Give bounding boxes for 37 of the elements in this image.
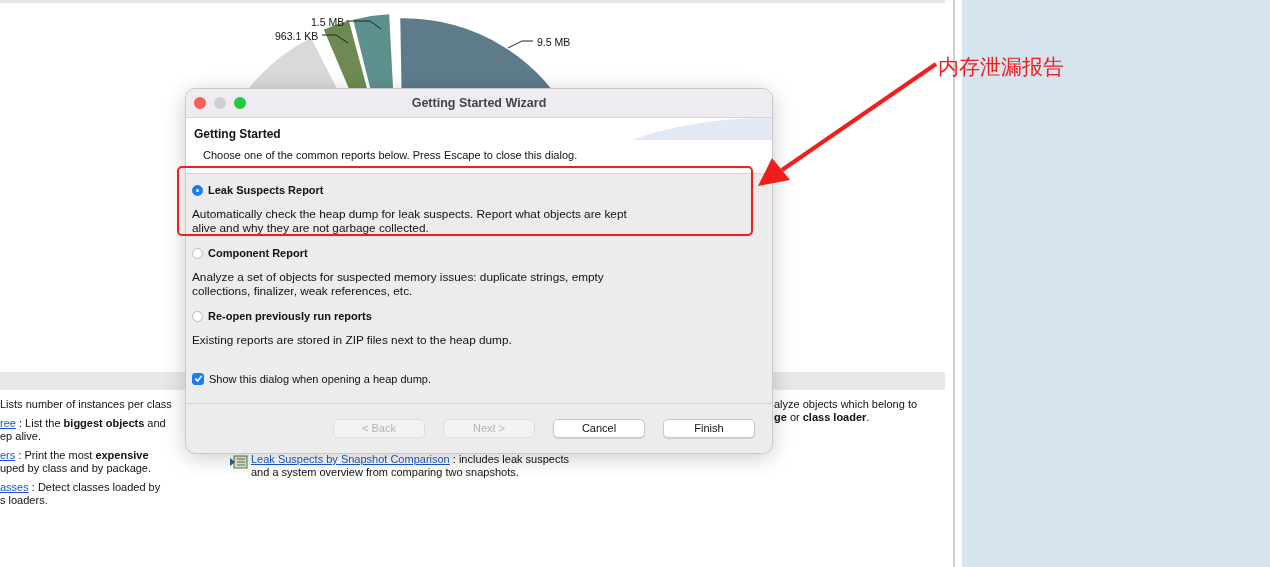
report-link[interactable]: asses: [0, 481, 29, 493]
dialog-heading: Getting Started: [194, 127, 281, 141]
radio-button[interactable]: [192, 310, 203, 322]
show-dialog-option[interactable]: Show this dialog when opening a heap dump.: [192, 372, 431, 385]
leader-line: [346, 20, 381, 30]
minimize-button[interactable]: [214, 97, 226, 109]
description-text: alyze objects which belong to ge or class loader.: [774, 398, 918, 424]
slice-label: 963.1 KB: [275, 30, 319, 42]
leader-line: [322, 34, 348, 44]
report-link[interactable]: ree: [0, 417, 16, 429]
window-title: Getting Started Wizard: [411, 96, 547, 110]
report-option[interactable]: Leak Suspects Report: [192, 184, 324, 196]
report-link[interactable]: Leak Suspects by Snapshot Comparison: [251, 453, 450, 465]
option-description: Existing reports are stored in ZIP files next to the heap dump.: [192, 332, 513, 347]
annotation-text: 内存泄漏报告: [938, 54, 1064, 81]
description-text: Lists number of instances per class: [0, 398, 172, 411]
slice-label: 1.5 MB: [311, 16, 345, 28]
slice-label: 9.5 MB: [537, 36, 571, 48]
leader-line: [508, 40, 533, 49]
description-text: ree : List the biggest objects and ep alive.: [0, 417, 166, 443]
option-description: Automatically check the heap dump for leak suspects. Report what objects are kept alive and why they are not garbage collected.: [192, 206, 628, 235]
radio-button[interactable]: [192, 247, 203, 259]
description-text: Leak Suspects by Snapshot Comparison : includes leak suspects and a system overview from comparing two snapshots.: [251, 453, 569, 479]
radio-button[interactable]: [192, 184, 203, 196]
report-option[interactable]: Re-open previously run reports: [192, 310, 372, 322]
description-text: asses : Detect classes loaded by s loaders.: [0, 481, 161, 507]
zoom-button[interactable]: [234, 97, 246, 109]
wizard-button[interactable]: Finish: [663, 418, 755, 438]
report-link[interactable]: ers: [0, 449, 16, 461]
option-description: Analyze a set of objects for suspected memory issues: duplicate strings, empty collections, finalizer, weak references, etc.: [192, 269, 605, 298]
description-text: ers : Print the most expensive uped by class and by package.: [0, 449, 152, 475]
report-option[interactable]: Component Report: [192, 247, 308, 259]
wizard-button[interactable]: Cancel: [553, 418, 645, 438]
report-list-icon: [230, 455, 248, 469]
dialog-subtitle: Choose one of the common reports below. Press Escape to close this dialog.: [202, 149, 578, 161]
checkbox[interactable]: [192, 372, 204, 385]
close-button[interactable]: [194, 97, 206, 109]
